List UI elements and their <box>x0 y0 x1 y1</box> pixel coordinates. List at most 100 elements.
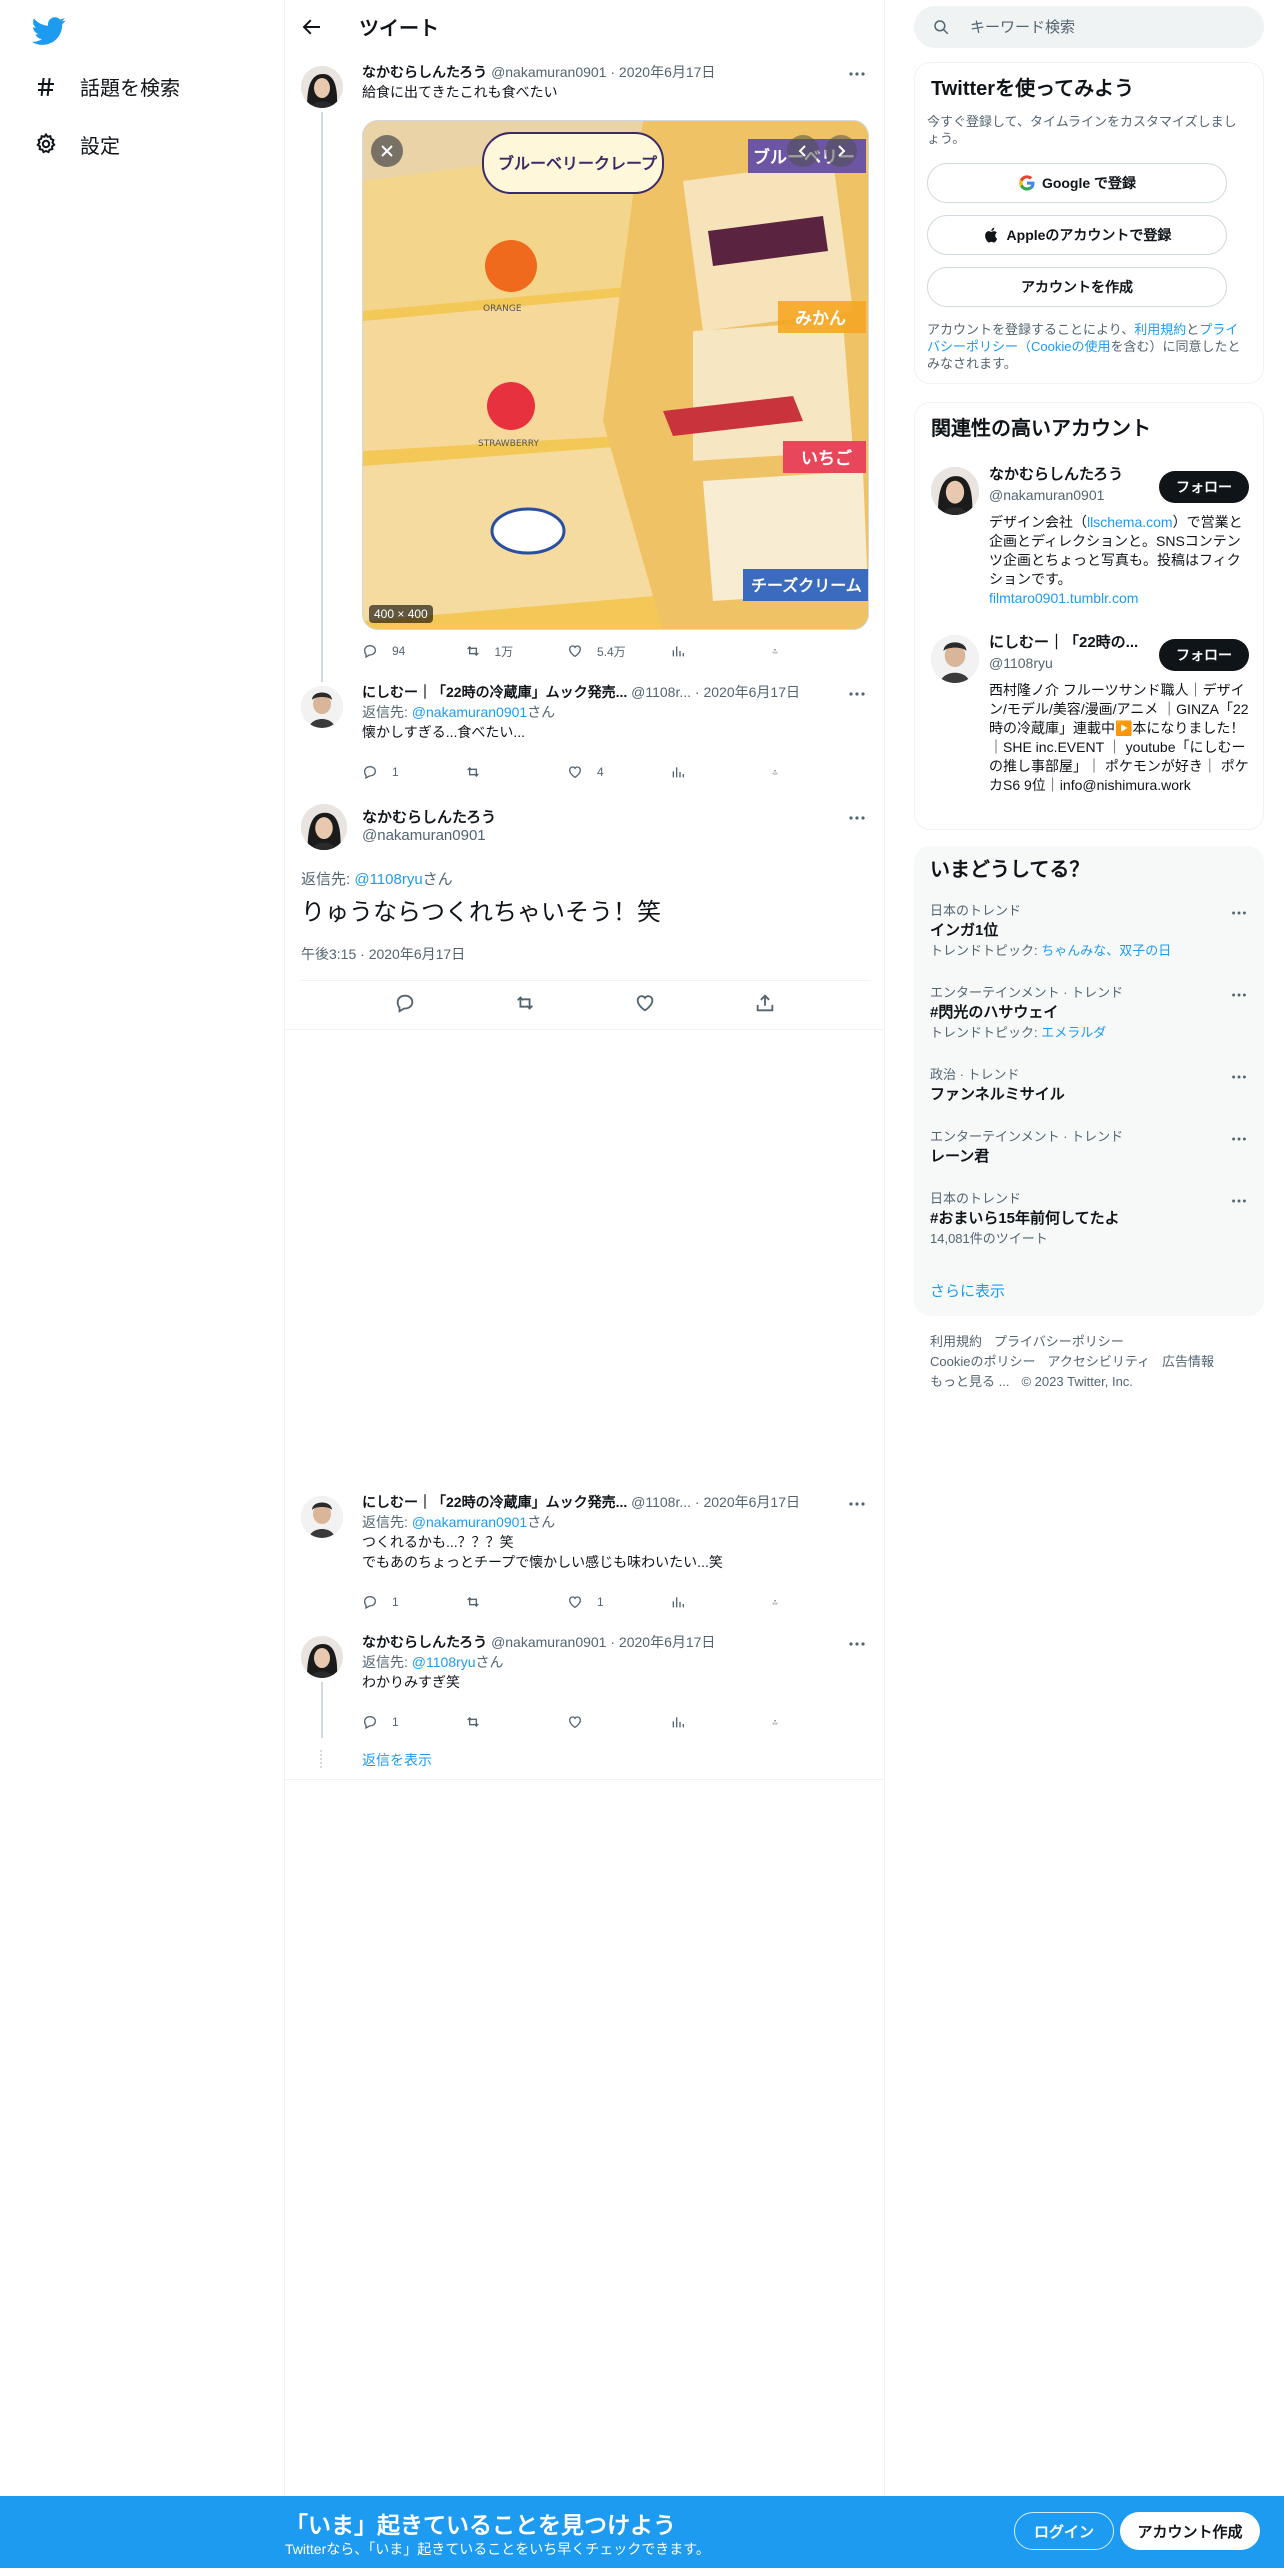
retweet-button[interactable] <box>465 1714 557 1730</box>
more-options-icon[interactable] <box>847 1634 867 1654</box>
reply-tweet-2[interactable]: にしむー｜「22時の冷蔵庫」ムック発売... @1108r... · 2020年… <box>285 1492 885 1622</box>
footer-link-ads[interactable]: 広告情報 <box>1162 1354 1214 1369</box>
account-bio-link-2[interactable]: filmtaro0901.tumblr.com <box>989 590 1138 606</box>
signup-button[interactable]: アカウント作成 <box>1120 2512 1260 2550</box>
twitter-logo-icon[interactable] <box>32 14 66 48</box>
more-options-icon[interactable] <box>1230 986 1248 1004</box>
search-input[interactable] <box>970 18 1240 36</box>
reply-icon[interactable] <box>394 992 416 1014</box>
avatar[interactable] <box>301 1636 343 1678</box>
more-options-icon[interactable] <box>847 64 867 84</box>
reply-to-link[interactable]: @1108ryu <box>412 1654 476 1670</box>
like-button[interactable]: 4 <box>567 764 659 780</box>
footer-link-more[interactable]: もっと見る ... <box>930 1374 1009 1389</box>
trend-sub-link[interactable]: エメラルダ <box>1041 1025 1106 1040</box>
author-handle[interactable]: @nakamuran0901 <box>362 827 496 844</box>
tweet-date[interactable]: 2020年6月17日 <box>703 1494 800 1510</box>
search-box[interactable] <box>914 6 1264 48</box>
trend-item[interactable]: エンターテインメント · トレンド レーン君 <box>930 1128 1248 1168</box>
retweet-button[interactable] <box>465 1594 557 1610</box>
media-close-button[interactable] <box>371 135 403 167</box>
views-button[interactable] <box>670 1714 762 1730</box>
trend-sub-link[interactable]: ちゃんみな、双子の日 <box>1041 943 1171 958</box>
more-options-icon[interactable] <box>847 1494 867 1514</box>
follow-button[interactable]: フォロー <box>1159 471 1249 503</box>
avatar[interactable] <box>931 635 979 683</box>
show-replies-link[interactable]: 返信を表示 <box>362 1750 432 1770</box>
show-more-link[interactable]: さらに表示 <box>930 1280 1005 1301</box>
trend-item[interactable]: エンターテインメント · トレンド #閃光のハサウェイ トレンドトピック: エメ… <box>930 984 1248 1042</box>
cookie-link[interactable]: Cookieの使用 <box>1031 339 1110 354</box>
media-prev-button[interactable] <box>787 135 819 167</box>
back-arrow-icon[interactable] <box>299 15 323 39</box>
tweet-date[interactable]: 2020年6月17日 <box>619 64 716 80</box>
tweet-original[interactable]: なかむらしんたろう @nakamuran0901 · 2020年6月17日 給食… <box>285 62 885 682</box>
author-name[interactable]: にしむー｜「22時の冷蔵庫」ムック発売... <box>362 684 627 700</box>
more-options-icon[interactable] <box>1230 1130 1248 1148</box>
avatar[interactable] <box>301 1496 343 1538</box>
media-next-button[interactable] <box>825 135 857 167</box>
login-button[interactable]: ログイン <box>1014 2512 1114 2550</box>
more-options-icon[interactable] <box>847 808 867 828</box>
account-handle[interactable]: @nakamuran0901 <box>989 485 1155 505</box>
views-button[interactable] <box>670 764 762 780</box>
share-icon[interactable] <box>754 992 776 1014</box>
trend-item[interactable]: 日本のトレンド #おまいら15年前何してたよ 14,081件のツイート <box>930 1190 1248 1248</box>
avatar[interactable] <box>301 804 347 850</box>
author-name[interactable]: なかむらしんたろう <box>362 806 496 827</box>
reply-tweet-1[interactable]: にしむー｜「22時の冷蔵庫」ムック発売... @1108r... · 2020年… <box>285 682 885 792</box>
more-options-icon[interactable] <box>1230 904 1248 922</box>
author-handle[interactable]: @nakamuran0901 <box>491 64 606 80</box>
account-bio-link[interactable]: llschema.com <box>1087 514 1173 530</box>
footer-link-cookie[interactable]: Cookieのポリシー <box>930 1354 1035 1369</box>
account-card[interactable]: なかむらしんたろう @nakamuran0901 フォロー デザイン会社（lls… <box>915 463 1265 623</box>
more-options-icon[interactable] <box>1230 1068 1248 1086</box>
trend-item[interactable]: 政治 · トレンド ファンネルミサイル <box>930 1066 1248 1106</box>
account-name[interactable]: にしむー｜「22時の... <box>989 633 1155 653</box>
author-handle[interactable]: @1108r... <box>631 1494 691 1510</box>
author-name[interactable]: にしむー｜「22時の冷蔵庫」ムック発売... <box>362 1494 627 1510</box>
tweet-date[interactable]: 2020年6月17日 <box>619 1634 716 1650</box>
follow-button[interactable]: フォロー <box>1159 639 1249 671</box>
nav-explore[interactable]: 話題を検索 <box>34 68 180 104</box>
reply-tweet-3[interactable]: なかむらしんたろう @nakamuran0901 · 2020年6月17日 返信… <box>285 1632 885 1780</box>
nav-settings[interactable]: 設定 <box>34 126 120 162</box>
author-handle[interactable]: @1108r... <box>631 684 691 700</box>
retweet-button[interactable] <box>465 764 557 780</box>
account-handle[interactable]: @1108ryu <box>989 653 1155 673</box>
google-signup-button[interactable]: Google で登録 <box>927 163 1227 203</box>
heart-icon[interactable] <box>634 992 656 1014</box>
reply-to-link[interactable]: @nakamuran0901 <box>412 1514 527 1530</box>
reply-button[interactable]: 1 <box>362 764 454 780</box>
author-name[interactable]: なかむらしんたろう <box>362 64 487 80</box>
trend-item[interactable]: 日本のトレンド インガ1位 トレンドトピック: ちゃんみな、双子の日 <box>930 902 1248 960</box>
footer-link-terms[interactable]: 利用規約 <box>930 1334 982 1349</box>
like-button[interactable] <box>567 1714 659 1730</box>
share-button[interactable] <box>772 1594 792 1610</box>
reply-button[interactable]: 94 <box>362 643 454 659</box>
share-button[interactable] <box>772 764 792 780</box>
reply-button[interactable]: 1 <box>362 1594 454 1610</box>
views-button[interactable] <box>670 1594 762 1610</box>
share-button[interactable] <box>772 1714 792 1730</box>
account-name[interactable]: なかむらしんたろう <box>989 465 1155 485</box>
views-button[interactable] <box>670 643 762 659</box>
avatar[interactable] <box>301 66 343 108</box>
like-button[interactable]: 1 <box>567 1594 659 1610</box>
author-name[interactable]: なかむらしんたろう <box>362 1634 487 1650</box>
author-handle[interactable]: @nakamuran0901 <box>491 1634 606 1650</box>
reply-button[interactable]: 1 <box>362 1714 454 1730</box>
tweet-media-image[interactable]: ブルーベリークレープ ブルーベリー ORANGE みかん STRAWBERRY … <box>362 120 869 630</box>
footer-link-privacy[interactable]: プライバシーポリシー <box>994 1334 1124 1349</box>
footer-link-accessibility[interactable]: アクセシビリティ <box>1047 1354 1150 1369</box>
apple-signup-button[interactable]: Appleのアカウントで登録 <box>927 215 1227 255</box>
more-options-icon[interactable] <box>847 684 867 704</box>
share-button[interactable] <box>772 643 792 659</box>
tweet-timestamp[interactable]: 午後3:15 · 2020年6月17日 <box>301 944 465 964</box>
avatar[interactable] <box>931 467 979 515</box>
retweet-button[interactable]: 1万 <box>465 643 557 660</box>
terms-link[interactable]: 利用規約 <box>1134 322 1186 337</box>
retweet-icon[interactable] <box>514 992 536 1014</box>
avatar[interactable] <box>301 686 343 728</box>
account-card[interactable]: にしむー｜「22時の... @1108ryu フォロー 西村隆ノ介 フルーツサン… <box>915 631 1265 826</box>
